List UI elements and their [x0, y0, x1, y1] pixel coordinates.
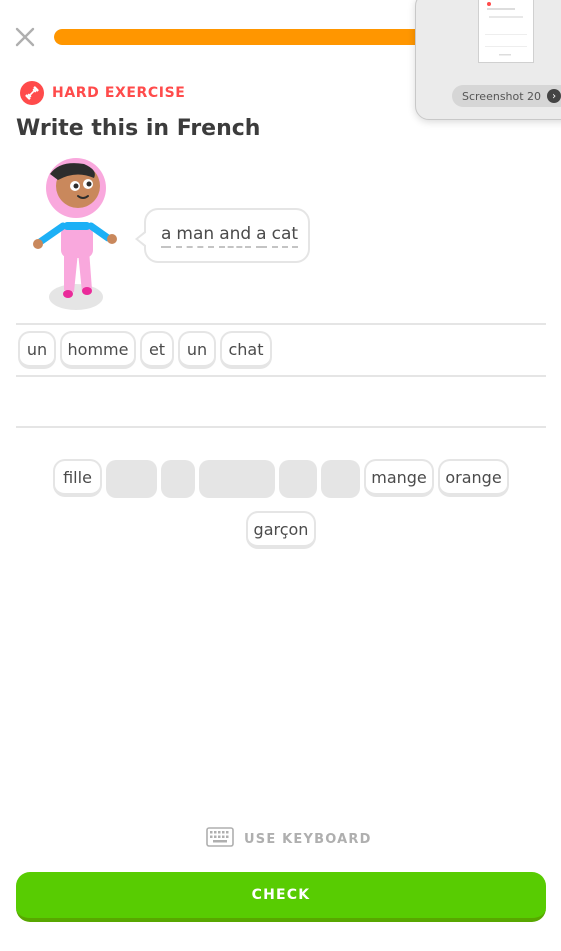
word-bank-empty-slot	[161, 460, 195, 498]
screenshot-caption: Screenshot 20 ›	[452, 85, 561, 107]
answer-chip[interactable]: homme	[60, 331, 136, 369]
word-bank-empty-slot	[106, 460, 157, 498]
answer-line-middle	[16, 375, 546, 377]
hard-exercise-label: HARD EXERCISE	[52, 85, 186, 101]
answer-chip[interactable]: chat	[220, 331, 272, 369]
progress-fill	[54, 29, 429, 45]
word-bank-empty-slot	[279, 460, 317, 498]
hard-exercise-badge: HARD EXERCISE	[20, 80, 185, 106]
screenshot-caption-text: Screenshot 20	[462, 89, 542, 103]
answer-chip[interactable]: et	[140, 331, 174, 369]
hint-word[interactable]: and	[219, 224, 252, 248]
hint-word[interactable]: a	[161, 224, 172, 248]
answer-line-bottom	[16, 426, 546, 428]
use-keyboard-toggle[interactable]: USE KEYBOARD	[206, 827, 372, 851]
close-icon[interactable]	[14, 26, 36, 48]
answer-chip[interactable]: un	[18, 331, 56, 369]
word-bank-chip[interactable]: fille	[53, 459, 102, 497]
use-keyboard-label: USE KEYBOARD	[244, 831, 372, 847]
bubble-tail-inner	[138, 232, 147, 246]
answer-line-top	[16, 323, 546, 325]
word-bank-empty-slot	[199, 460, 275, 498]
speech-bubble: a man and a cat	[135, 208, 310, 263]
chevron-right-icon[interactable]: ›	[547, 89, 561, 103]
word-bank-chip[interactable]: orange	[438, 459, 509, 497]
keyboard-icon	[206, 827, 234, 851]
character-illustration	[28, 156, 128, 312]
hint-word[interactable]: a	[256, 224, 267, 248]
word-bank-empty-slot	[321, 460, 360, 498]
hint-word[interactable]: man	[176, 224, 215, 248]
screenshot-preview	[478, 0, 534, 63]
word-bank-chip[interactable]: garçon	[246, 511, 316, 549]
word-bank-chip[interactable]: mange	[364, 459, 434, 497]
answer-chip[interactable]: un	[178, 331, 216, 369]
screenshot-thumbnail[interactable]: Screenshot 20 ›	[415, 0, 561, 120]
page-title: Write this in French	[16, 116, 261, 141]
hint-word[interactable]: cat	[271, 224, 299, 248]
check-button[interactable]: CHECK	[16, 872, 546, 922]
dumbbell-icon	[20, 81, 44, 105]
